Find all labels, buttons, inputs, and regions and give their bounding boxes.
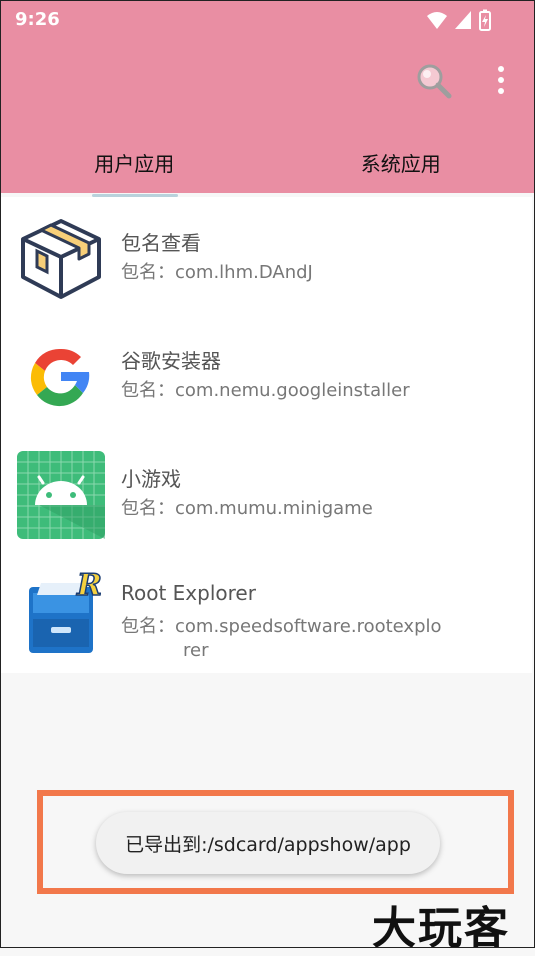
app-list: 包名查看 包名： com.lhm.DAndJ 谷歌安装器 包名： com.nemu.… [1, 197, 532, 673]
app-bar: 9:26 用户应用 系统应用 [1, 1, 534, 193]
battery-charging-icon [479, 9, 491, 31]
app-package: 包名： com.nemu.googleinstaller [121, 380, 410, 401]
list-item[interactable]: 小游戏 包名： com.mumu.minigame [1, 433, 532, 551]
file-cabinet-icon: R [17, 569, 105, 657]
signal-icon [455, 11, 471, 29]
tab-label: 系统应用 [360, 151, 441, 176]
tab-system-apps[interactable]: 系统应用 [268, 131, 535, 193]
search-button[interactable] [414, 61, 454, 101]
app-package: 包名： com.speedsoftware.rootexplo rer [121, 616, 442, 661]
more-vertical-icon [498, 66, 504, 94]
svg-text:R: R [76, 569, 101, 603]
list-item[interactable]: 包名查看 包名： com.lhm.DAndJ [1, 197, 532, 315]
status-icons [426, 9, 494, 31]
toast-message: 已导出到:/sdcard/appshow/app [96, 812, 440, 874]
app-name: 小游戏 [121, 467, 181, 491]
wifi-icon [427, 12, 447, 29]
app-name: 谷歌安装器 [121, 349, 221, 373]
app-name: 包名查看 [121, 231, 201, 255]
watermark: 大玩客 [372, 903, 510, 954]
tab-bar: 用户应用 系统应用 [1, 131, 534, 193]
tab-label: 用户应用 [94, 151, 175, 176]
overflow-menu-button[interactable] [489, 63, 513, 99]
list-item[interactable]: R Root Explorer 包名： com.speedsoftware.roo… [1, 551, 532, 673]
status-time: 9:26 [15, 9, 60, 30]
app-package: 包名： com.mumu.minigame [121, 498, 373, 519]
android-robot-icon [17, 451, 105, 539]
tab-user-apps[interactable]: 用户应用 [1, 131, 268, 193]
package-box-icon [17, 215, 105, 303]
app-name: Root Explorer [121, 581, 256, 605]
app-package: 包名： com.lhm.DAndJ [121, 262, 313, 283]
google-g-icon [17, 333, 105, 421]
search-icon [417, 64, 452, 99]
list-item[interactable]: 谷歌安装器 包名： com.nemu.googleinstaller [1, 315, 532, 433]
